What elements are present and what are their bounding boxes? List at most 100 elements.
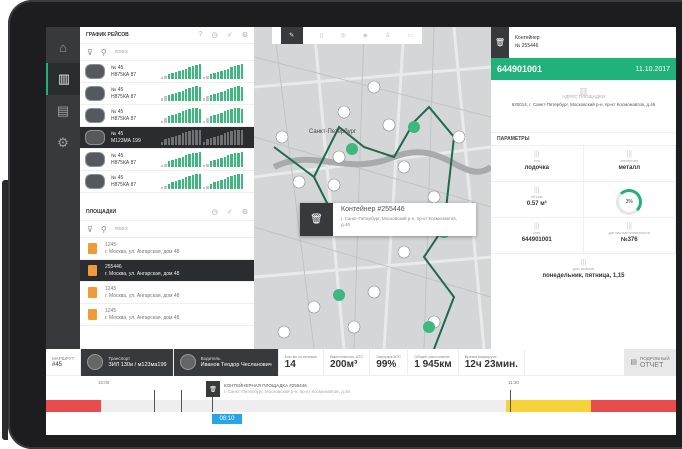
load-bar — [213, 160, 216, 167]
load-bar — [230, 109, 233, 123]
clock-icon[interactable]: ◷ — [212, 31, 218, 39]
settings-icon[interactable]: ⚙ — [242, 208, 248, 216]
route-driver[interactable]: Водитель Иванов Теодор Чесланович — [173, 348, 279, 376]
sites-search-input[interactable]: поиск — [115, 226, 128, 232]
param-type: ||| тип лодочка — [491, 146, 584, 182]
schedule-search-input[interactable]: поиск — [115, 49, 128, 55]
load-bar — [209, 138, 213, 145]
load-bar — [230, 67, 233, 79]
address-text: 620014, г. Санкт-Петербург, Московский р… — [511, 102, 656, 107]
load-bar — [233, 108, 237, 123]
vehicle-avatar — [87, 354, 104, 370]
route-stat: Вместимость АТС 200м³ — [324, 348, 371, 376]
timeline-mid-label: 11:30 — [508, 380, 519, 385]
site-address: г. Москва, ул. Ангарская, дом 48 — [105, 314, 180, 321]
schedule-row[interactable]: № 45 Н875КА 87 — [80, 61, 254, 83]
clock-icon[interactable]: ◷ — [212, 208, 218, 216]
load-bar — [203, 97, 206, 101]
load-bars — [203, 108, 244, 123]
load-bar — [161, 76, 164, 79]
filter-icon[interactable]: ⊽ — [87, 48, 93, 57]
site-row[interactable]: 1245 г. Москва, ул. Ангарская, дом 48 — [80, 304, 254, 326]
map-view[interactable]: Санкт-Петербург ✎ ▯ ◎ ◈ ♙ ▭ 🗑 Контейнер … — [254, 27, 491, 349]
load-bar — [184, 155, 188, 167]
load-bar — [230, 176, 233, 189]
load-bar — [209, 74, 213, 79]
route-no: № 45 — [111, 108, 124, 115]
timeline-tick — [154, 390, 155, 412]
truck-thumbnail — [85, 64, 105, 79]
check-icon[interactable]: ✓ — [227, 208, 233, 216]
load-bar — [181, 111, 184, 123]
load-bar — [174, 158, 178, 167]
map-icon[interactable]: ▥ — [46, 63, 80, 95]
load-bar — [226, 177, 230, 189]
load-bar — [213, 73, 216, 79]
gear-icon[interactable]: ⚙ — [46, 127, 80, 159]
list-icon[interactable]: ▤ — [46, 95, 80, 127]
container-popup[interactable]: 🗑 Контейнер #255446 г. Санкт-Петербург, … — [300, 203, 476, 236]
load-bar — [191, 175, 195, 189]
site-address: г. Москва, ул. Ангарская, дом 48 — [105, 270, 180, 277]
container-details: 🗑 Контейнер № 255446 644901001 11.10.201… — [491, 27, 676, 349]
load-bar — [237, 86, 240, 101]
route-number[interactable]: МАРШРУТ #45 — [46, 348, 82, 376]
layers-icon[interactable]: ✎ — [280, 27, 303, 44]
route-vehicle[interactable]: Транспорт ЗИЛ 130и / м123ма199 — [81, 348, 174, 376]
load-bar — [161, 97, 164, 101]
load-bar — [216, 180, 220, 189]
route-timeline[interactable]: 10:00 11:30 🗑 КОНТЕЙНЕРНАЯ ПЛОЩАДКА #255… — [46, 376, 676, 435]
home-icon[interactable]: ⌂ — [46, 31, 80, 63]
schedule-row[interactable]: № 45 Н875КА 87 — [80, 83, 254, 105]
load-bar — [203, 186, 206, 189]
load-bar — [181, 90, 184, 101]
truck-icon[interactable]: ▭ — [408, 32, 414, 39]
load-bar — [233, 175, 237, 189]
settings-icon[interactable]: ⚙ — [242, 31, 248, 39]
plate: Н875КА 87 — [111, 93, 137, 100]
filter-icon[interactable]: ⊽ — [87, 225, 93, 234]
sites-search[interactable]: ⊽ ⚲ поиск — [80, 221, 254, 238]
report-icon: ▤ — [630, 359, 638, 366]
trash-icon: 🗑 — [300, 203, 333, 236]
check-icon[interactable]: ✓ — [227, 31, 233, 39]
timeline-tick — [510, 390, 511, 412]
camera-icon[interactable]: ◎ — [341, 32, 346, 39]
load-bar — [188, 67, 191, 79]
route-stat: Кол-во остановок 14 — [279, 348, 324, 376]
load-bar — [213, 136, 216, 145]
timeline-site-card[interactable]: 🗑 КОНТЕЙНЕРНАЯ ПЛОЩАДКА #255446 г. Санкт-… — [206, 381, 350, 397]
load-bars — [161, 108, 202, 123]
schedule-row[interactable]: № 45 Н875КА 87 — [80, 105, 254, 127]
schedule-row[interactable]: № 45 Н875КА 87 — [80, 149, 254, 171]
person-icon[interactable]: ♙ — [385, 32, 390, 39]
trash-filter-icon[interactable]: ▯ — [320, 32, 323, 39]
pin-icon[interactable]: ◈ — [363, 32, 368, 39]
map-city-label: Санкт-Петербург — [309, 129, 357, 135]
bin-icon — [88, 265, 97, 276]
load-bar — [230, 88, 233, 101]
param-material: ||| материал металл — [583, 146, 676, 182]
schedule-search[interactable]: ⊽ ⚲ поиск — [80, 44, 254, 61]
load-bar — [226, 68, 230, 79]
load-bar — [213, 182, 216, 189]
detailed-report-button[interactable]: ▤ ПОДРОБНЫЙ ОТЧЕТ — [624, 348, 676, 376]
load-bar — [223, 156, 226, 167]
site-row[interactable]: 1245 г. Москва, ул. Ангарская, дом 48 — [80, 282, 254, 304]
load-bar — [181, 69, 184, 79]
load-bar — [195, 130, 198, 145]
load-bar — [213, 94, 216, 101]
schedule-row[interactable]: № 45 М123МА 199 — [80, 127, 254, 149]
load-bar — [164, 185, 167, 189]
site-no: 1245 — [105, 307, 117, 314]
load-bar — [203, 141, 206, 145]
load-bar — [237, 130, 240, 145]
timeline-cursor[interactable]: 08:10 — [212, 414, 242, 424]
details-id: 644901001 — [497, 64, 543, 74]
site-row[interactable]: 1245 г. Москва, ул. Ангарская, дом 48 — [80, 238, 254, 260]
help-icon[interactable]: ? — [198, 31, 202, 39]
schedule-title: ГРАФИК РЕЙСОВ — [86, 32, 129, 38]
details-number: № 255446 — [515, 43, 539, 49]
schedule-row[interactable]: № 45 Н875КА 87 — [80, 171, 254, 193]
site-row[interactable]: 255446 г. Москва, ул. Ангарская, дом 48 — [80, 260, 254, 282]
